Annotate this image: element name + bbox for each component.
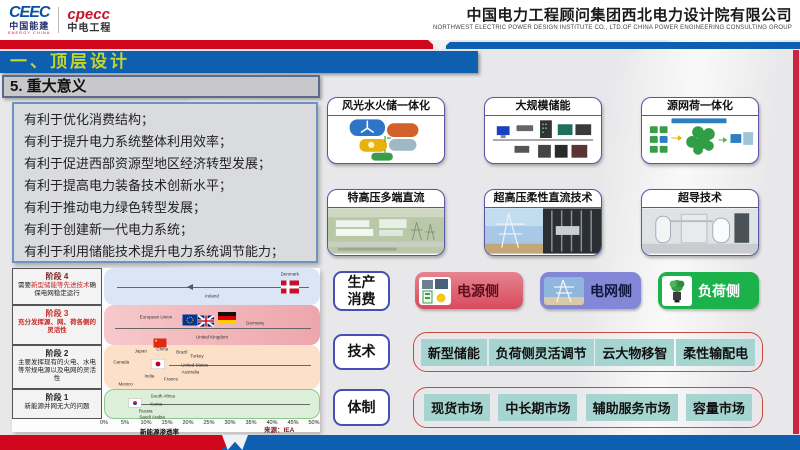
korea-flag-icon: [128, 398, 141, 407]
section-banner: 一、顶层设计: [0, 51, 478, 73]
slide: CEEC 中国能建 ENERGY CHINA cpecc 中电工程 中国电力工程…: [0, 0, 800, 450]
x-axis-label: 新能源渗透率: [140, 426, 179, 436]
red-strip: [0, 40, 433, 49]
bottom-blue-bar: [214, 435, 800, 450]
grid-side-label: 电网侧: [590, 281, 632, 301]
cpecc-logo-cn: 中电工程: [67, 24, 111, 34]
right-red-stripe: [793, 50, 799, 434]
energy-china-logo-en: ENERGY CHINA: [8, 31, 50, 35]
cpecc-logo: cpecc 中电工程: [67, 7, 111, 34]
phase-band: European Union United Kingdom Germany: [104, 305, 320, 345]
phase-chart: 阶段 4 需要新型储能等先进技术确保电网稳定运行 Denmark Ireland…: [12, 268, 320, 432]
list-item: 有利于创建新一代电力系统；: [24, 219, 316, 241]
denmark-flag-icon: [281, 281, 299, 294]
technology-chip: 柔性输配电: [676, 339, 755, 366]
list-item: 有利于提升电力系统整体利用效率；: [24, 131, 316, 153]
bottom-red-bar: [0, 435, 238, 450]
eu-flag-icon: [183, 315, 198, 326]
tech-box-integration: 风光水火储一体化: [327, 97, 445, 164]
list-item: 有利于促进西部资源型地区经济转型发展；: [24, 153, 316, 175]
phase-row-2: 阶段 2 主要发挥现有的火电、水电等常规电源以及电网的灵活性 Japan Chi…: [12, 345, 320, 389]
list-item: 有利于利用储能技术提升电力系统调节能力；: [24, 241, 316, 263]
market-chip: 现货市场: [424, 394, 490, 421]
category-label-technology: 技术: [333, 334, 390, 370]
list-item: 有利于优化消费结构；: [24, 109, 316, 131]
page-title: 5. 重大意义: [2, 75, 320, 98]
tech-box-flexible-hvdc: 超高压柔性直流技术: [484, 189, 602, 256]
company-name-en: NORTHWEST ELECTRIC POWER DESIGN INSTITUT…: [433, 25, 792, 32]
source-grid-load-illustration: [642, 116, 758, 162]
tech-box-uhv-multiterminal-dc: 特高压多端直流: [327, 189, 445, 256]
phase-row-1: 阶段 1 新能源并网无大的问题 South Africa Korea Russi…: [12, 389, 320, 419]
grid-side-tag: 电网侧: [540, 272, 641, 309]
logo-divider: [58, 7, 59, 33]
source-side-tag: 电源侧: [415, 272, 523, 309]
phase-label: 阶段 3 充分发挥源、网、荷各侧的灵活性: [12, 305, 102, 345]
chart-source: 来源：IEA: [264, 424, 294, 434]
green-load-bulb-icon: [662, 276, 692, 306]
japan-flag-icon: [151, 359, 165, 369]
list-item: 有利于推动电力绿色转型发展；: [24, 197, 316, 219]
power-source-icon: [419, 277, 451, 305]
power-grid-icon: [544, 277, 584, 305]
market-chip-bar: 现货市场 中长期市场 辅助服务市场 容量市场: [413, 387, 763, 428]
tech-box-superconducting: 超导技术: [641, 189, 759, 256]
phase-band: South Africa Korea Russia Saudi Arabia: [104, 389, 320, 419]
tech-box-storage: 大规模储能: [484, 97, 602, 164]
company-name-block: 中国电力工程顾问集团西北电力设计院有限公司 NORTHWEST ELECTRIC…: [433, 7, 792, 32]
thin-blue-strip: [446, 42, 800, 49]
cpecc-logo-mark: cpecc: [67, 7, 111, 22]
significance-panel: 有利于优化消费结构； 有利于提升电力系统整体利用效率； 有利于促进西部资源型地区…: [12, 102, 318, 263]
load-side-tag: 负荷侧: [658, 272, 759, 309]
category-label-institution: 体制: [333, 389, 390, 426]
category-label-production-consumption: 生产 消费: [333, 271, 390, 311]
phase-label: 阶段 1 新能源并网无大的问题: [12, 389, 102, 419]
energy-china-logo: CEEC 中国能建 ENERGY CHINA: [8, 5, 50, 35]
flexible-hvdc-illustration: [485, 208, 601, 254]
tech-box-grid: 风光水火储一体化 大规模储能: [327, 97, 759, 256]
uhv-dc-station-illustration: [328, 208, 444, 254]
company-name-cn: 中国电力工程顾问集团西北电力设计院有限公司: [433, 7, 792, 25]
uk-flag-icon: [198, 316, 214, 327]
source-side-label: 电源侧: [457, 281, 499, 301]
market-chip: 容量市场: [686, 394, 752, 421]
list-item: 有利于提高电力装备技术创新水平；: [24, 175, 316, 197]
germany-flag-icon: [218, 312, 236, 324]
market-chip: 辅助服务市场: [586, 394, 678, 421]
technology-chip: 云大物移智: [595, 339, 674, 366]
large-scale-storage-illustration: [485, 116, 601, 162]
phase-row-4: 阶段 4 需要新型储能等先进技术确保电网稳定运行 Denmark Ireland: [12, 268, 320, 305]
header: CEEC 中国能建 ENERGY CHINA cpecc 中电工程 中国电力工程…: [0, 0, 800, 40]
section-title: 一、顶层设计: [10, 52, 130, 71]
load-side-label: 负荷侧: [698, 281, 740, 301]
energy-china-logo-mark: CEEC: [8, 5, 50, 21]
phase-band: Japan China Brazil Turkey Canada United …: [104, 345, 320, 389]
wind-solar-hydro-thermal-storage-illustration: [328, 116, 444, 162]
technology-chip-bar: 新型储能 负荷侧灵活调节 云大物移智 柔性输配电: [413, 332, 763, 372]
technology-chip: 新型储能: [421, 339, 487, 366]
phase-label: 阶段 2 主要发挥现有的火电、水电等常规电源以及电网的灵活性: [12, 345, 102, 389]
market-chip: 中长期市场: [498, 394, 577, 421]
logo-group: CEEC 中国能建 ENERGY CHINA cpecc 中电工程: [8, 5, 111, 35]
arrow-left-icon: [187, 284, 193, 290]
phase-label: 阶段 4 需要新型储能等先进技术确保电网稳定运行: [12, 268, 102, 305]
technology-chip: 负荷侧灵活调节: [489, 339, 594, 366]
superconducting-lab-illustration: [642, 208, 758, 254]
phase-band: Denmark Ireland: [104, 268, 320, 305]
tech-box-source-grid-load: 源网荷一体化: [641, 97, 759, 164]
